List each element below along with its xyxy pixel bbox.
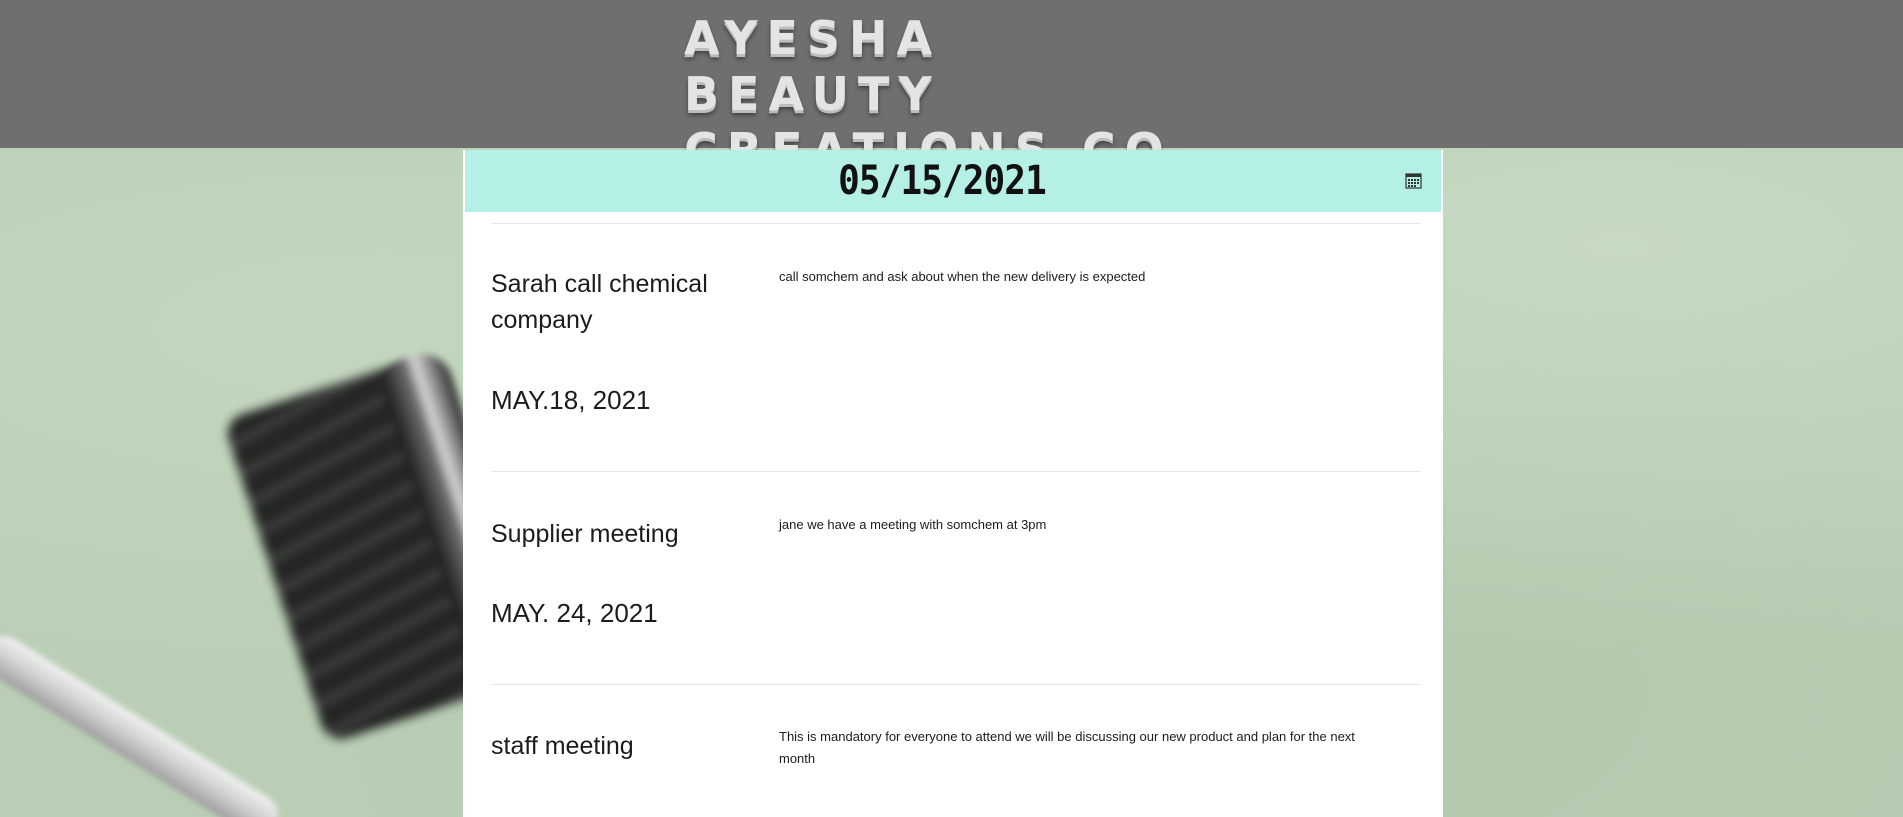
- event-description: This is mandatory for everyone to attend…: [779, 729, 1355, 766]
- event-divider: [491, 223, 1421, 224]
- selected-date[interactable]: 05/15/2021: [513, 156, 1372, 206]
- event-divider: [491, 684, 1421, 685]
- events-card: 05/15/2021 Sarah call chemical company M…: [463, 150, 1443, 817]
- date-picker[interactable]: 05/15/2021: [465, 150, 1441, 212]
- event-divider: [491, 471, 1421, 472]
- calendar-icon[interactable]: [1405, 172, 1422, 189]
- event-description: jane we have a meeting with somchem at 3…: [779, 517, 1047, 532]
- brush-handle-shape: [0, 628, 286, 817]
- event-date: MAY.18, 2021: [491, 385, 651, 415]
- event-title[interactable]: Supplier meeting: [491, 516, 731, 552]
- event-title[interactable]: staff meeting: [491, 728, 731, 764]
- event-description: call somchem and ask about when the new …: [779, 269, 1146, 284]
- event-title[interactable]: Sarah call chemical company: [491, 266, 731, 338]
- event-date: MAY. 24, 2021: [491, 598, 658, 628]
- brand-line-1: AYESHA BEAUTY: [684, 11, 942, 121]
- site-header: AYESHA BEAUTY CREATIONS CO.: [0, 0, 1903, 177]
